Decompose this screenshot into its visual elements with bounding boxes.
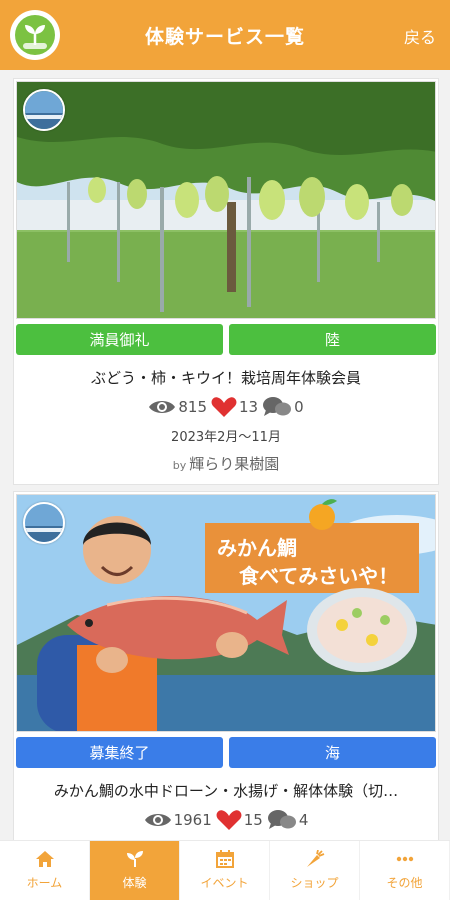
nav-home[interactable]: ホーム	[0, 841, 90, 900]
view-count: 815	[178, 398, 207, 416]
card-stats: 815 13 0	[16, 396, 436, 418]
banner-text-1: みかん鯛	[217, 536, 297, 560]
category-badge: 陸	[229, 324, 436, 355]
event-date: 2023年2月～11月	[171, 430, 281, 445]
banner-text-2: 食べてみさいや！	[239, 564, 398, 588]
nav-label: ショップ	[290, 876, 339, 890]
comment-count: 4	[298, 811, 309, 829]
view-count: 1961	[173, 811, 212, 829]
like-count: 13	[239, 398, 259, 416]
provider-name[interactable]: 輝らり果樹園	[189, 455, 279, 473]
provider-line: by 輝らり果樹園	[16, 453, 436, 474]
app-header: 体験サービス一覧 戻る	[0, 0, 450, 70]
comment-icon[interactable]	[267, 809, 297, 831]
nav-label: 体験	[122, 876, 147, 890]
home-icon	[35, 851, 54, 867]
status-badge: 募集終了	[16, 737, 223, 768]
card-title[interactable]: みかん鯛の水中ドローン・水揚げ・解体体験（切…	[16, 780, 436, 801]
sprout-logo-icon	[15, 15, 55, 55]
bottom-navigation: ホーム 体験 イベント ショップ その他	[0, 840, 450, 900]
nav-experience[interactable]: 体験	[90, 841, 180, 900]
heart-icon[interactable]	[216, 809, 242, 831]
comment-count: 0	[294, 398, 304, 416]
more-icon	[396, 856, 413, 862]
by-label: by	[172, 459, 187, 472]
calendar-icon	[215, 850, 234, 868]
vineyard-photo[interactable]	[16, 81, 436, 319]
page-title: 体験サービス一覧	[144, 25, 305, 48]
app-logo[interactable]	[10, 10, 60, 60]
category-badge: 海	[229, 737, 436, 768]
carrot-icon	[306, 850, 324, 867]
nav-events[interactable]: イベント	[180, 841, 270, 900]
nav-more[interactable]: その他	[360, 841, 450, 900]
service-card[interactable]: 満員御礼 陸 ぶどう・柿・キウイ！栽培周年体験会員 815 13 0 2023年…	[13, 78, 439, 485]
back-button[interactable]: 戻る	[404, 24, 436, 48]
card-title[interactable]: ぶどう・柿・キウイ！栽培周年体験会員	[16, 367, 436, 388]
nav-label: イベント	[200, 876, 249, 890]
status-badge: 満員御礼	[16, 324, 223, 355]
nav-label: ホーム	[26, 876, 63, 890]
comment-icon[interactable]	[262, 396, 292, 418]
fisherman-photo[interactable]: みかん鯛 食べてみさいや！	[16, 494, 436, 732]
service-list: 満員御礼 陸 ぶどう・柿・キウイ！栽培周年体験会員 815 13 0 2023年…	[13, 78, 439, 848]
heart-icon[interactable]	[211, 396, 237, 418]
nav-shop[interactable]: ショップ	[270, 841, 360, 900]
provider-avatar	[23, 502, 65, 544]
service-card[interactable]: みかん鯛 食べてみさいや！ 募集終了 海 みかん鯛の水中ドローン・水揚げ・解体体…	[13, 491, 439, 842]
like-count: 15	[243, 811, 263, 829]
nav-label: その他	[386, 876, 423, 890]
card-stats: 1961 15 4	[16, 809, 436, 831]
provider-avatar	[23, 89, 65, 131]
eye-icon	[144, 814, 171, 826]
card-tags: 満員御礼 陸	[16, 324, 436, 355]
card-tags: 募集終了 海	[16, 737, 436, 768]
sprout-icon	[126, 851, 143, 867]
eye-icon	[149, 401, 176, 413]
